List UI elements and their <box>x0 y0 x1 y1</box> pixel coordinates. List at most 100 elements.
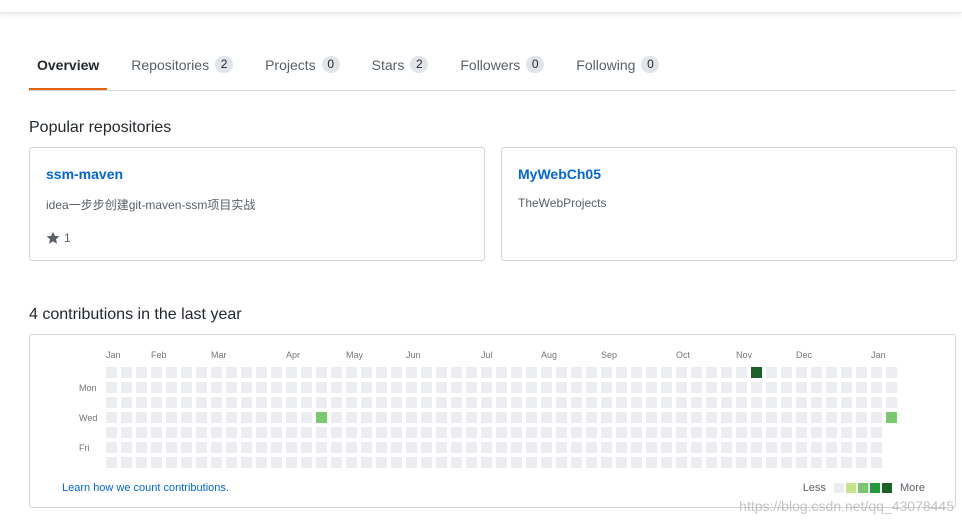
contribution-day[interactable] <box>481 442 492 453</box>
contribution-day[interactable] <box>286 457 297 468</box>
repo-stars[interactable]: 1 <box>46 231 468 245</box>
contribution-day[interactable] <box>676 367 687 378</box>
tab-stars[interactable]: Stars 2 <box>364 40 437 89</box>
contribution-day[interactable] <box>271 382 282 393</box>
contribution-day[interactable] <box>826 442 837 453</box>
contribution-day[interactable] <box>541 412 552 423</box>
contribution-day[interactable] <box>781 442 792 453</box>
contribution-day[interactable] <box>496 367 507 378</box>
contribution-day[interactable] <box>781 367 792 378</box>
contribution-day[interactable] <box>286 382 297 393</box>
contribution-day[interactable] <box>841 427 852 438</box>
contribution-day[interactable] <box>526 442 537 453</box>
contribution-day[interactable] <box>166 412 177 423</box>
contribution-day[interactable] <box>841 412 852 423</box>
contribution-day[interactable] <box>616 367 627 378</box>
contribution-day[interactable] <box>721 442 732 453</box>
contribution-day[interactable] <box>451 427 462 438</box>
contribution-day[interactable] <box>631 412 642 423</box>
contribution-day[interactable] <box>736 382 747 393</box>
contribution-day[interactable] <box>316 427 327 438</box>
contribution-day[interactable] <box>106 457 117 468</box>
contribution-day[interactable] <box>241 382 252 393</box>
contribution-day[interactable] <box>541 442 552 453</box>
contribution-day[interactable] <box>421 442 432 453</box>
contribution-day[interactable] <box>256 382 267 393</box>
contribution-day[interactable] <box>181 427 192 438</box>
contribution-day[interactable] <box>661 382 672 393</box>
contribution-day[interactable] <box>271 457 282 468</box>
contribution-day[interactable] <box>346 427 357 438</box>
contribution-day[interactable] <box>766 397 777 408</box>
contribution-day[interactable] <box>586 412 597 423</box>
contribution-day[interactable] <box>886 382 897 393</box>
repo-link-ssm-maven[interactable]: ssm-maven <box>46 166 123 182</box>
contribution-day[interactable] <box>691 427 702 438</box>
contribution-day[interactable] <box>481 412 492 423</box>
contribution-day[interactable] <box>166 457 177 468</box>
contribution-day[interactable] <box>331 427 342 438</box>
contribution-day[interactable] <box>241 457 252 468</box>
contribution-day[interactable] <box>811 457 822 468</box>
contribution-day[interactable] <box>511 412 522 423</box>
contribution-day[interactable] <box>451 397 462 408</box>
contribution-day[interactable] <box>331 382 342 393</box>
contribution-day[interactable] <box>661 427 672 438</box>
contribution-day[interactable] <box>166 397 177 408</box>
contribution-day[interactable] <box>481 367 492 378</box>
contribution-day[interactable] <box>241 367 252 378</box>
contribution-day[interactable] <box>706 412 717 423</box>
contribution-day[interactable] <box>871 442 882 453</box>
contribution-day[interactable] <box>436 412 447 423</box>
contribution-day[interactable] <box>226 367 237 378</box>
contribution-day[interactable] <box>436 397 447 408</box>
contribution-day[interactable] <box>376 382 387 393</box>
contribution-day[interactable] <box>631 382 642 393</box>
contribution-day[interactable] <box>436 442 447 453</box>
contribution-day[interactable] <box>181 397 192 408</box>
contribution-day[interactable] <box>826 397 837 408</box>
contribution-day[interactable] <box>661 442 672 453</box>
contribution-day[interactable] <box>526 427 537 438</box>
contribution-day[interactable] <box>676 382 687 393</box>
contribution-day[interactable] <box>736 367 747 378</box>
contribution-day[interactable] <box>796 397 807 408</box>
contribution-day[interactable] <box>256 457 267 468</box>
contribution-day[interactable] <box>601 457 612 468</box>
contribution-day[interactable] <box>496 397 507 408</box>
contribution-day[interactable] <box>511 367 522 378</box>
contribution-day[interactable] <box>121 427 132 438</box>
contribution-day[interactable] <box>496 412 507 423</box>
contribution-day[interactable] <box>346 397 357 408</box>
contribution-day[interactable] <box>586 382 597 393</box>
contribution-day[interactable] <box>166 427 177 438</box>
contribution-day[interactable] <box>421 457 432 468</box>
contribution-day[interactable] <box>121 367 132 378</box>
contribution-day[interactable] <box>466 412 477 423</box>
contribution-day[interactable] <box>886 412 897 423</box>
contribution-day[interactable] <box>691 442 702 453</box>
contribution-day[interactable] <box>211 427 222 438</box>
contribution-day[interactable] <box>586 397 597 408</box>
contribution-day[interactable] <box>571 367 582 378</box>
contribution-day[interactable] <box>391 382 402 393</box>
contribution-day[interactable] <box>166 382 177 393</box>
contribution-day[interactable] <box>451 412 462 423</box>
tab-repositories[interactable]: Repositories 2 <box>123 40 241 89</box>
contribution-day[interactable] <box>376 367 387 378</box>
contribution-day[interactable] <box>706 427 717 438</box>
contribution-day[interactable] <box>121 412 132 423</box>
contribution-day[interactable] <box>196 427 207 438</box>
contribution-day[interactable] <box>421 382 432 393</box>
contribution-day[interactable] <box>286 442 297 453</box>
contribution-day[interactable] <box>661 457 672 468</box>
contribution-day[interactable] <box>736 397 747 408</box>
contribution-day[interactable] <box>676 442 687 453</box>
contribution-day[interactable] <box>616 412 627 423</box>
contribution-day[interactable] <box>826 427 837 438</box>
contribution-day[interactable] <box>391 397 402 408</box>
contribution-day[interactable] <box>136 382 147 393</box>
contribution-day[interactable] <box>226 412 237 423</box>
contribution-day[interactable] <box>676 457 687 468</box>
contribution-day[interactable] <box>706 397 717 408</box>
